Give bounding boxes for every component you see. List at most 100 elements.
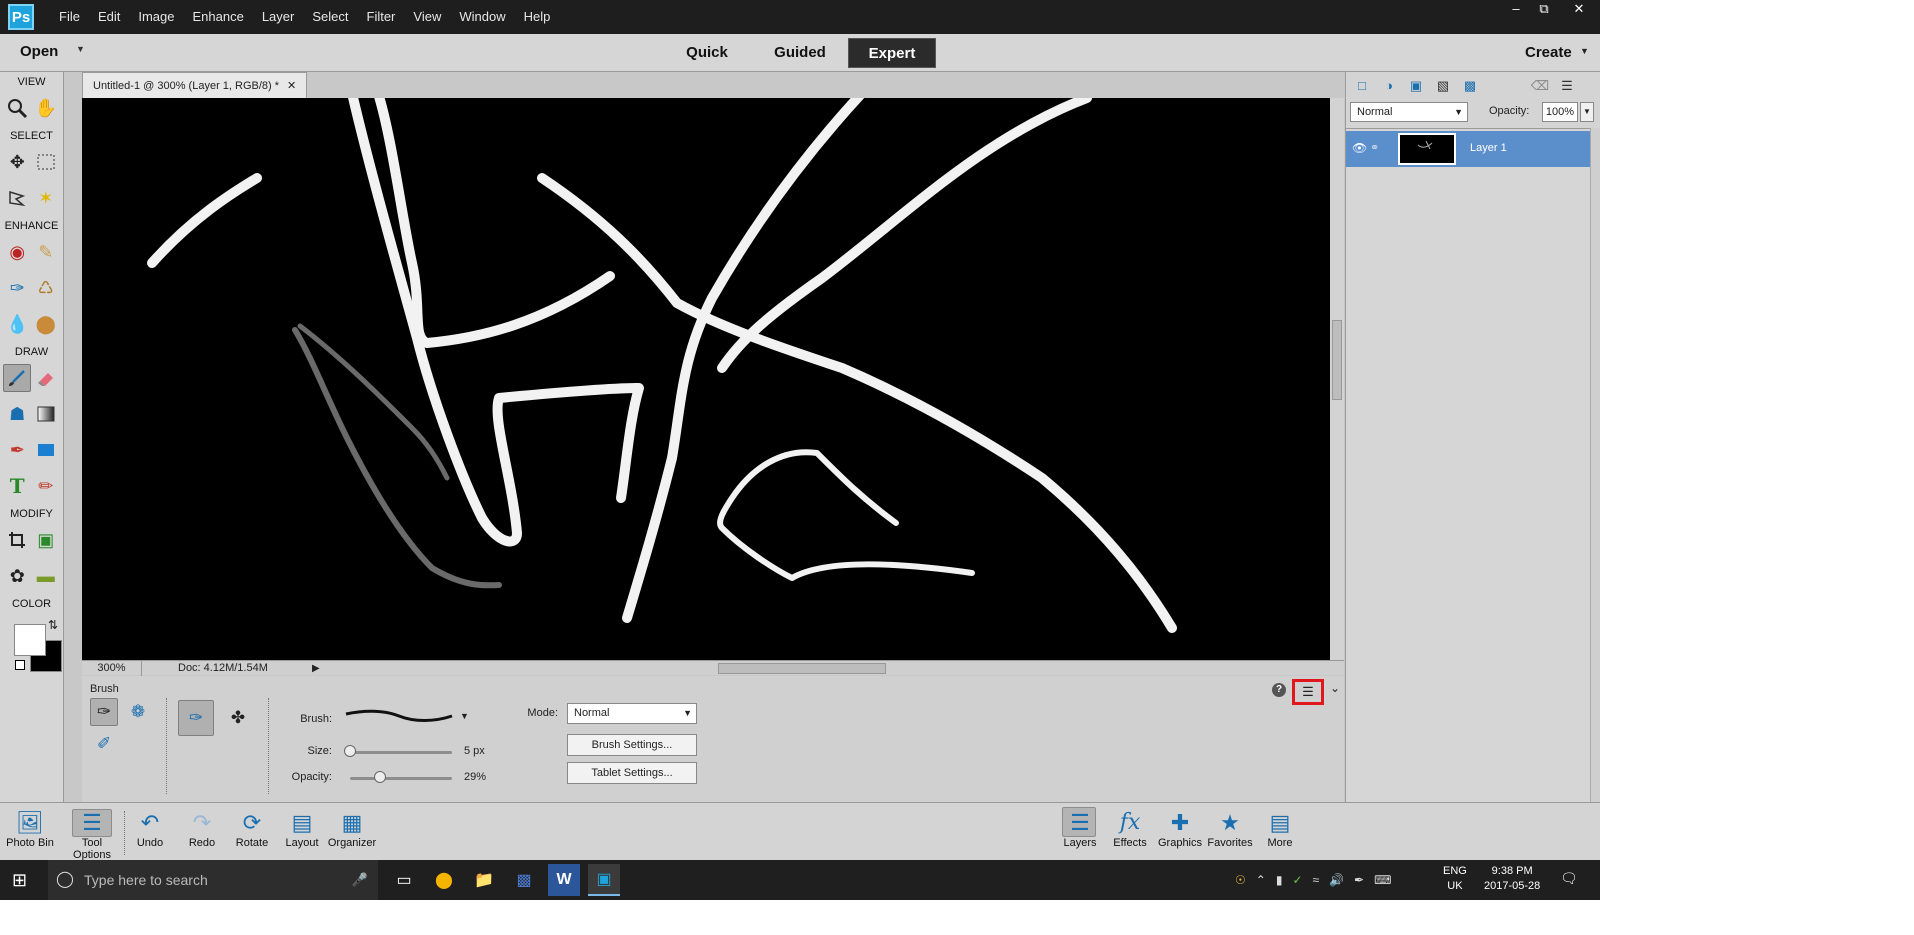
mode-select[interactable]: Normal ▼ xyxy=(567,703,697,724)
photo-app-icon[interactable]: ▩ xyxy=(508,864,540,896)
keyboard-icon[interactable]: ⌨ xyxy=(1374,873,1391,887)
info-menu-arrow-icon[interactable]: ▶ xyxy=(312,661,320,676)
menu-image[interactable]: Image xyxy=(129,0,183,34)
tab-expert[interactable]: Expert xyxy=(848,38,936,68)
menu-filter[interactable]: Filter xyxy=(358,0,405,34)
lock-transparent-icon[interactable]: ▩ xyxy=(1459,77,1481,95)
minimize-icon[interactable]: – xyxy=(1502,0,1530,18)
create-button[interactable]: Create xyxy=(1525,44,1572,61)
sponge-tool-icon[interactable]: ⬤ xyxy=(32,310,60,338)
photo-bin-button[interactable]: 🖼 Photo Bin xyxy=(0,809,60,849)
airbrush-icon[interactable]: ✤ xyxy=(220,700,256,736)
horizontal-scroll-thumb[interactable] xyxy=(718,663,886,674)
tool-options-menu-icon[interactable]: ☰ xyxy=(1292,679,1324,705)
help-icon[interactable]: ? xyxy=(1272,683,1286,697)
pen-icon[interactable]: ✒ xyxy=(1354,873,1364,887)
word-icon[interactable]: W xyxy=(548,864,580,896)
vertical-scroll-thumb[interactable] xyxy=(1332,320,1342,400)
opacity-slider-knob[interactable] xyxy=(373,771,386,783)
zoom-level-field[interactable]: 300% xyxy=(82,661,142,676)
horizontal-scrollbar[interactable] xyxy=(330,663,1320,674)
chrome-icon[interactable]: ⬤ xyxy=(428,864,460,896)
tab-quick[interactable]: Quick xyxy=(680,38,734,68)
organizer-button[interactable]: ▦ Organizer xyxy=(322,809,382,849)
link-layer-icon[interactable]: ⚭ xyxy=(1370,141,1379,154)
opacity-slider-track[interactable] xyxy=(350,777,452,780)
menu-window[interactable]: Window xyxy=(450,0,514,34)
layer-row[interactable]: 👁 ⚭ Layer 1 xyxy=(1346,131,1590,167)
brush-preset-preview[interactable] xyxy=(344,708,454,724)
content-aware-move-icon[interactable]: ✿ xyxy=(3,562,31,590)
size-slider-knob[interactable] xyxy=(344,745,356,757)
clock[interactable]: 9:38 PM 2017-05-28 xyxy=(1484,864,1540,894)
menu-enhance[interactable]: Enhance xyxy=(184,0,253,34)
brush-preset-dropdown-icon[interactable]: ▼ xyxy=(460,711,469,721)
brush-settings-button[interactable]: Brush Settings... xyxy=(567,734,697,756)
tab-guided[interactable]: Guided xyxy=(766,38,834,68)
marquee-tool-icon[interactable] xyxy=(32,148,60,176)
create-dropdown-icon[interactable]: ▼ xyxy=(1580,46,1589,56)
recompose-tool-icon[interactable]: ▣ xyxy=(32,526,60,554)
default-colors-icon[interactable] xyxy=(15,660,25,670)
tool-options-button[interactable]: ☰ Tool Options xyxy=(62,809,122,861)
gradient-tool-icon[interactable] xyxy=(32,400,60,428)
restore-icon[interactable]: ⧉ xyxy=(1530,0,1558,18)
photoshop-elements-logo-icon[interactable]: Ps xyxy=(8,4,34,30)
blend-mode-select[interactable]: Normal ▼ xyxy=(1350,102,1468,122)
lock-all-icon[interactable]: ▧ xyxy=(1432,77,1454,95)
swap-colors-icon[interactable]: ⇅ xyxy=(48,618,58,632)
size-slider-track[interactable] xyxy=(350,751,452,754)
type-tool-icon[interactable]: T xyxy=(3,472,31,500)
paint-bucket-icon[interactable]: ☗ xyxy=(3,400,31,428)
task-view-icon[interactable]: ▭ xyxy=(388,864,420,896)
spot-healing-icon[interactable]: ✎ xyxy=(32,238,60,266)
file-explorer-icon[interactable]: 📁 xyxy=(468,864,500,896)
language-indicator[interactable]: ENG UK xyxy=(1443,864,1467,894)
layer-opacity-dropdown-icon[interactable]: ▼ xyxy=(1580,102,1594,122)
vertical-scrollbar[interactable] xyxy=(1330,98,1344,660)
blur-tool-icon[interactable]: 💧 xyxy=(3,310,31,338)
document-tab[interactable]: Untitled-1 @ 300% (Layer 1, RGB/8) * ✕ xyxy=(82,72,308,98)
undo-button[interactable]: ↶ Undo xyxy=(120,809,180,849)
menu-file[interactable]: File xyxy=(50,0,89,34)
menu-select[interactable]: Select xyxy=(303,0,357,34)
smart-brush-icon[interactable]: ✑ xyxy=(3,274,31,302)
hand-tool-icon[interactable]: ✋ xyxy=(32,94,60,122)
windows-start-icon[interactable]: ⊞ xyxy=(12,870,27,891)
zoom-tool-icon[interactable] xyxy=(3,94,31,122)
layer-mask-icon[interactable]: ▣ xyxy=(1405,77,1427,95)
image-canvas[interactable] xyxy=(82,98,1330,660)
delete-layer-icon[interactable]: ⌫ xyxy=(1529,77,1551,95)
more-button[interactable]: ▤ More xyxy=(1250,809,1310,849)
volume-icon[interactable]: 🔊 xyxy=(1329,873,1344,887)
move-tool-icon[interactable]: ✥ xyxy=(3,148,31,176)
close-icon[interactable]: ✕ xyxy=(1558,0,1600,18)
show-hidden-icons[interactable]: ⌃ xyxy=(1256,873,1266,887)
brush-option-icon[interactable]: ✑ xyxy=(90,698,118,726)
open-button[interactable]: Open xyxy=(20,43,58,60)
magic-wand-icon[interactable]: ✶ xyxy=(32,184,60,212)
taskbar-search-box[interactable]: ◯ Type here to search 🎤 xyxy=(48,860,378,900)
wifi-icon[interactable]: ≈ xyxy=(1313,873,1320,887)
eyedropper-icon[interactable]: ✒ xyxy=(3,436,31,464)
panel-menu-icon[interactable]: ☰ xyxy=(1556,77,1578,95)
collapse-panel-icon[interactable]: ⌄ xyxy=(1330,681,1340,695)
crop-tool-icon[interactable] xyxy=(3,526,31,554)
microphone-icon[interactable]: 🎤 xyxy=(352,860,368,900)
clone-stamp-icon[interactable]: ♺ xyxy=(32,274,60,302)
shape-tool-icon[interactable] xyxy=(32,436,60,464)
notifications-icon[interactable]: 🗨 xyxy=(1560,870,1578,887)
menu-layer[interactable]: Layer xyxy=(253,0,304,34)
battery-icon[interactable]: ▮ xyxy=(1276,873,1283,887)
menu-edit[interactable]: Edit xyxy=(89,0,129,34)
update-icon[interactable]: ✓ xyxy=(1292,873,1302,887)
pencil-tool-icon[interactable]: ✏ xyxy=(32,472,60,500)
adjustment-layer-icon[interactable]: ◑ xyxy=(1378,77,1400,95)
layers-scrollbar[interactable] xyxy=(1590,128,1600,802)
straighten-tool-icon[interactable]: ▬ xyxy=(32,562,60,590)
open-dropdown-icon[interactable]: ▼ xyxy=(76,44,85,54)
menu-view[interactable]: View xyxy=(404,0,450,34)
layer-opacity-field[interactable]: 100% xyxy=(1542,102,1578,122)
visibility-eye-icon[interactable]: 👁 xyxy=(1352,141,1367,155)
impressionist-brush-icon[interactable]: ❁ xyxy=(124,698,152,726)
